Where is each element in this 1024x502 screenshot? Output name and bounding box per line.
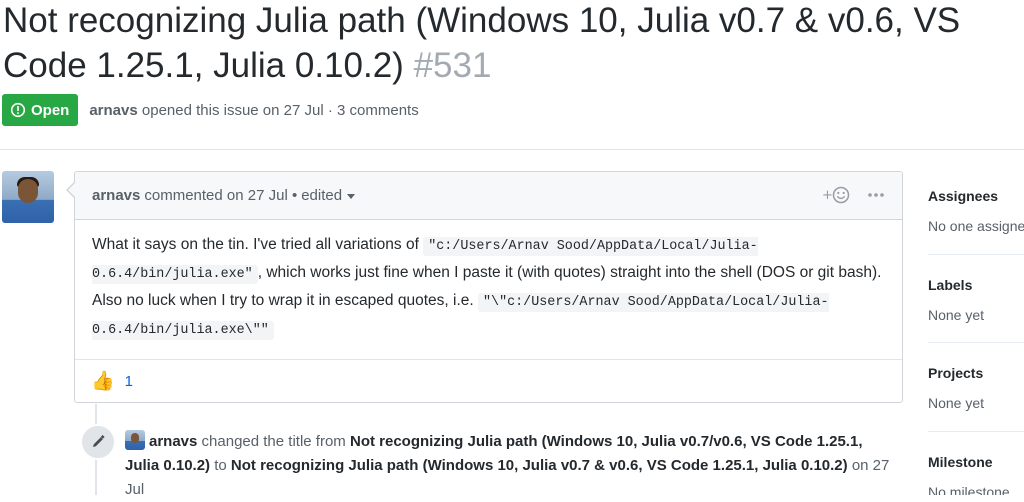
labels-section[interactable]: Labels None yet <box>928 277 1024 323</box>
title-change-event: arnavs changed the title from Not recogn… <box>125 430 895 502</box>
labels-heading: Labels <box>928 277 973 293</box>
projects-heading: Projects <box>928 365 984 381</box>
event-changed-text: changed the title from <box>201 433 346 450</box>
projects-section[interactable]: Projects None yet <box>928 365 1024 411</box>
assignees-heading: Assignees <box>928 188 999 204</box>
event-to-text: to <box>214 457 227 474</box>
event-actor-link[interactable]: arnavs <box>149 433 197 450</box>
sidebar-divider <box>928 254 1024 255</box>
comment-timestamp[interactable]: commented on 27 Jul • <box>144 187 297 204</box>
thumbs-up-reaction[interactable]: 👍 1 <box>91 360 143 402</box>
header-divider <box>0 149 1024 150</box>
issue-sidebar: Assignees No one assigned Labels None ye… <box>928 0 1024 495</box>
sidebar-divider <box>928 342 1024 343</box>
add-reaction-button[interactable]: + <box>820 184 854 206</box>
milestone-section[interactable]: Milestone No milestone <box>928 454 1024 495</box>
sidebar-divider <box>928 431 1024 432</box>
state-label: Open <box>31 101 70 119</box>
reactions-bar: 👍 1 <box>75 359 902 402</box>
issue-opened-icon <box>10 102 26 118</box>
state-badge: Open <box>2 94 79 126</box>
svg-text:+: + <box>822 188 833 203</box>
edited-label: edited <box>301 187 343 204</box>
comment-box: arnavs commented on 27 Jul • edited + Wh… <box>66 171 903 403</box>
kebab-horizontal-icon <box>868 193 884 197</box>
edited-dropdown[interactable]: edited <box>301 187 356 204</box>
projects-value: None yet <box>928 395 985 411</box>
comment-options-button[interactable] <box>866 184 886 206</box>
thumbs-up-icon: 👍 <box>91 371 115 392</box>
issue-opened-text: arnavs opened this issue on 27 Jul · 3 c… <box>89 102 418 119</box>
labels-value: None yet <box>928 307 985 323</box>
assignees-value: No one assigned <box>928 218 1024 234</box>
smiley-plus-icon: + <box>822 186 850 204</box>
comment-body: What it says on the tin. I've tried all … <box>75 220 902 360</box>
new-title: Not recognizing Julia path (Windows 10, … <box>230 457 848 474</box>
issue-author-link[interactable]: arnavs <box>89 102 137 119</box>
milestone-value: No milestone <box>928 484 1010 495</box>
comment-author-link[interactable]: arnavs <box>92 187 140 204</box>
milestone-heading: Milestone <box>928 454 993 470</box>
event-avatar[interactable] <box>125 430 145 450</box>
pencil-icon <box>93 434 105 447</box>
rename-event-badge <box>80 424 116 460</box>
issue-number: #531 <box>413 46 492 85</box>
issue-meta: Open arnavs opened this issue on 27 Jul … <box>2 94 419 126</box>
issue-title-heading: Not recognizing Julia path (Windows 10, … <box>3 0 1018 88</box>
comment-header: arnavs commented on 27 Jul • edited + <box>75 172 902 220</box>
assignees-section[interactable]: Assignees No one assigned <box>928 188 1024 234</box>
reaction-count: 1 <box>124 372 134 390</box>
avatar[interactable] <box>2 171 54 223</box>
caret-down-icon <box>347 193 356 199</box>
comment-text-1: What it says on the tin. I've tried all … <box>92 236 419 253</box>
opened-info: opened this issue on 27 Jul · 3 comments <box>141 101 419 119</box>
